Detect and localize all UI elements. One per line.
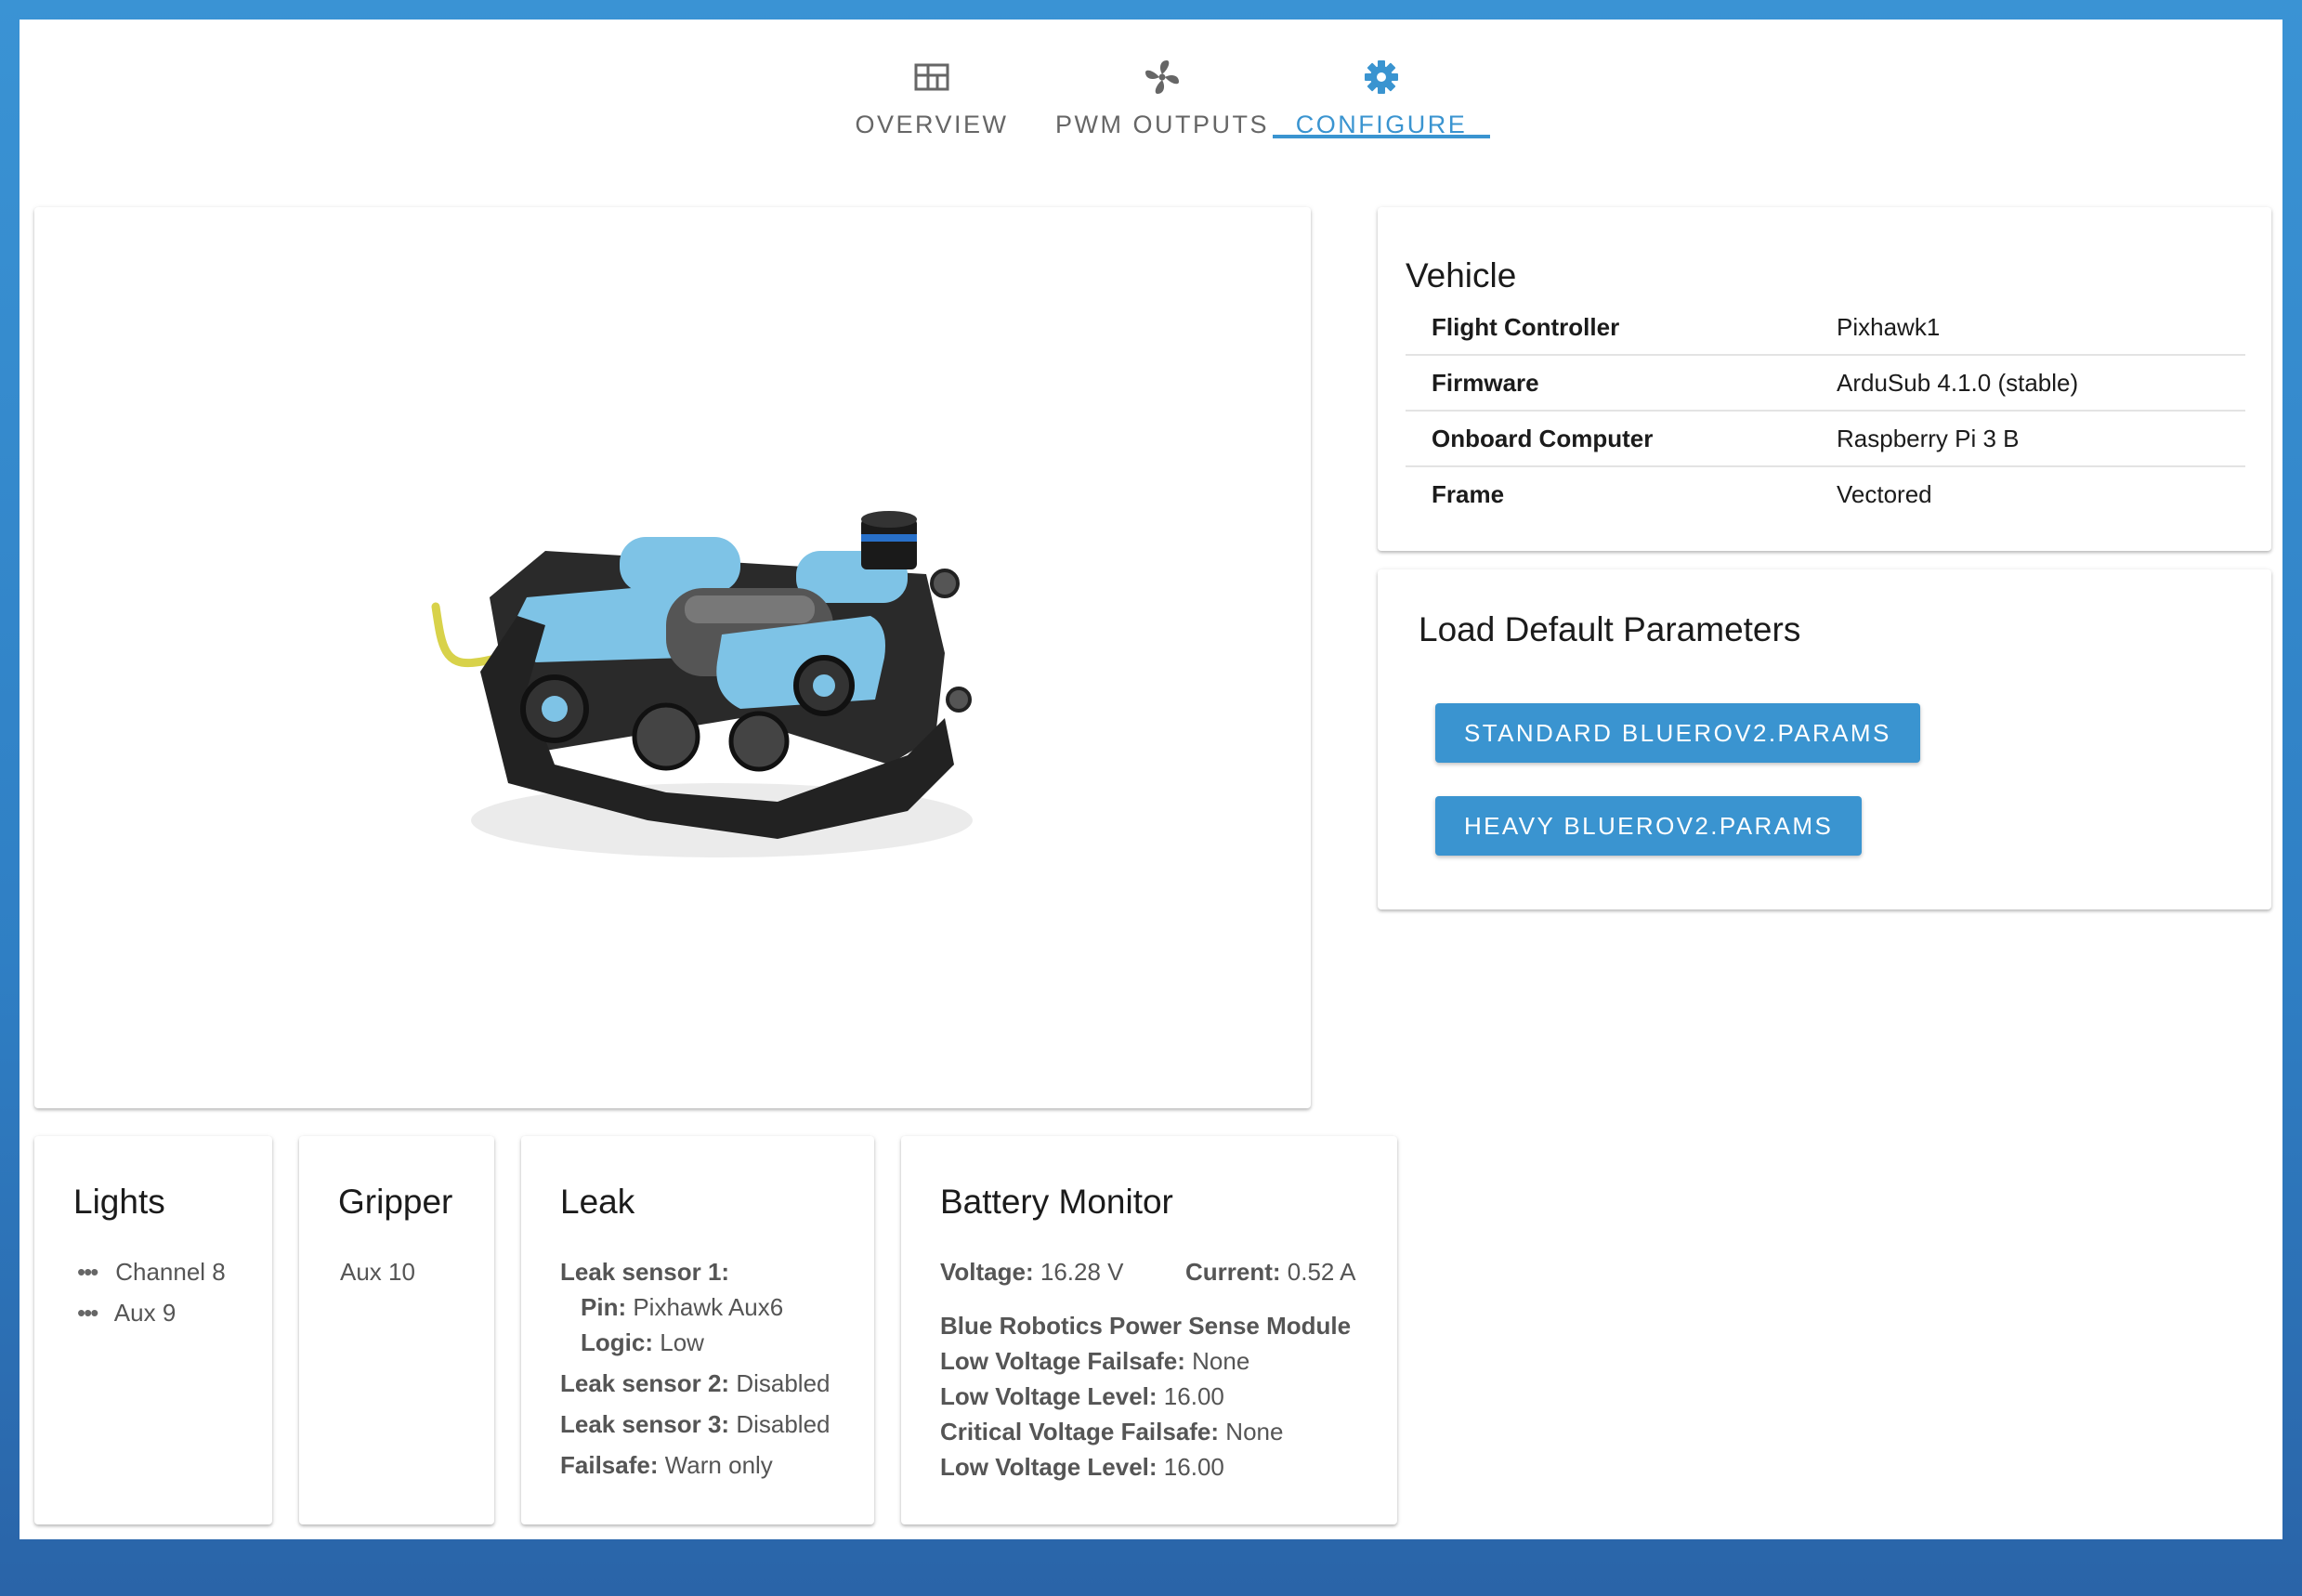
tab-bar: OVERVIEW PWM OUTPUTS CONFIGURE [20, 20, 2282, 159]
light-channel: Aux 9 [113, 1299, 177, 1327]
battery-card-title: Battery Monitor [940, 1183, 1173, 1221]
row-value: Raspberry Pi 3 B [1837, 425, 2020, 452]
tab-label: PWM OUTPUTS [1055, 111, 1269, 138]
table-row: Flight Controller Pixhawk1 [1406, 300, 2245, 356]
vehicle-info-table: Flight Controller Pixhawk1 Firmware Ardu… [1406, 300, 2245, 521]
rov-model-image[interactable] [387, 486, 1038, 876]
list-item: ••• Channel 8 [77, 1254, 226, 1289]
configure-page: OVERVIEW PWM OUTPUTS CONFIGURE Vehicle F… [20, 20, 2282, 1539]
lights-card: Lights ••• Channel 8 ••• Aux 9 [34, 1136, 272, 1524]
tab-overview[interactable]: OVERVIEW [839, 38, 1025, 159]
active-tab-indicator [1273, 135, 1490, 138]
vehicle-model-card [34, 207, 1311, 1108]
voltage-value: 16.28 V [1040, 1258, 1124, 1286]
battery-monitor-card: Battery Monitor Voltage: 16.28 V Current… [901, 1136, 1397, 1524]
gripper-card: Gripper Aux 10 [299, 1136, 494, 1524]
row-key: Frame [1432, 480, 1505, 508]
lights-card-title: Lights [73, 1183, 165, 1221]
list-item: ••• Aux 9 [77, 1295, 226, 1330]
leak-failsafe: Failsafe: Warn only [560, 1451, 773, 1479]
row-value: ArduSub 4.1.0 (stable) [1837, 369, 2079, 397]
low-voltage-level: Low Voltage Level: 16.00 [940, 1382, 1224, 1410]
battery-voltage-current: Voltage: 16.28 V Current: 0.52 A [940, 1258, 1356, 1286]
leak-card-title: Leak [560, 1183, 635, 1221]
gripper-output: Aux 10 [340, 1258, 415, 1286]
current-value: 0.52 A [1287, 1258, 1356, 1286]
tab-pwm-outputs[interactable]: PWM OUTPUTS [1040, 38, 1285, 159]
standard-params-button[interactable]: STANDARD BLUEROV2.PARAMS [1435, 703, 1920, 763]
row-key: Firmware [1432, 369, 1539, 397]
vehicle-card-title: Vehicle [1406, 256, 1517, 294]
leak-sensor-3: Leak sensor 3: Disabled [560, 1410, 831, 1438]
table-row: Firmware ArduSub 4.1.0 (stable) [1406, 356, 2245, 412]
table-row: Onboard Computer Raspberry Pi 3 B [1406, 412, 2245, 467]
row-key: Flight Controller [1432, 313, 1620, 341]
low-voltage-failsafe: Low Voltage Failsafe: None [940, 1347, 1250, 1375]
leak-details: Leak sensor 1: Pin: Pixhawk Aux6 Logic: … [560, 1254, 831, 1483]
tab-label: OVERVIEW [855, 111, 1009, 138]
leak-sensor-1-logic: Logic: Low [581, 1328, 704, 1356]
leak-sensor-1: Leak sensor 1: [560, 1258, 730, 1286]
grid-icon [914, 63, 949, 91]
more-icon: ••• [77, 1258, 98, 1286]
battery-readings: Voltage: 16.28 V Current: 0.52 A Blue Ro… [940, 1254, 1356, 1485]
light-channel: Channel 8 [115, 1258, 226, 1286]
critical-voltage-failsafe: Critical Voltage Failsafe: None [940, 1418, 1284, 1446]
leak-card: Leak Leak sensor 1: Pin: Pixhawk Aux6 Lo… [521, 1136, 874, 1524]
battery-module: Blue Robotics Power Sense Module [940, 1312, 1352, 1340]
leak-sensor-1-pin: Pin: Pixhawk Aux6 [581, 1293, 784, 1321]
more-icon: ••• [77, 1299, 98, 1327]
table-row: Frame Vectored [1406, 467, 2245, 521]
gripper-card-title: Gripper [338, 1183, 453, 1221]
load-default-parameters-card: Load Default Parameters STANDARD BLUEROV… [1378, 569, 2271, 909]
heavy-params-button[interactable]: HEAVY BLUEROV2.PARAMS [1435, 796, 1863, 856]
row-key: Onboard Computer [1432, 425, 1654, 452]
critical-voltage-level: Low Voltage Level: 16.00 [940, 1453, 1224, 1481]
lights-list: ••• Channel 8 ••• Aux 9 [77, 1254, 226, 1330]
row-value: Pixhawk1 [1837, 313, 1941, 341]
gear-icon [1365, 60, 1398, 94]
row-value: Vectored [1837, 480, 1932, 508]
fan-icon [1145, 60, 1179, 94]
vehicle-info-card: Vehicle Flight Controller Pixhawk1 Firmw… [1378, 207, 2271, 551]
params-card-title: Load Default Parameters [1419, 610, 1801, 648]
tab-configure[interactable]: CONFIGURE [1273, 38, 1490, 159]
leak-sensor-2: Leak sensor 2: Disabled [560, 1369, 831, 1397]
